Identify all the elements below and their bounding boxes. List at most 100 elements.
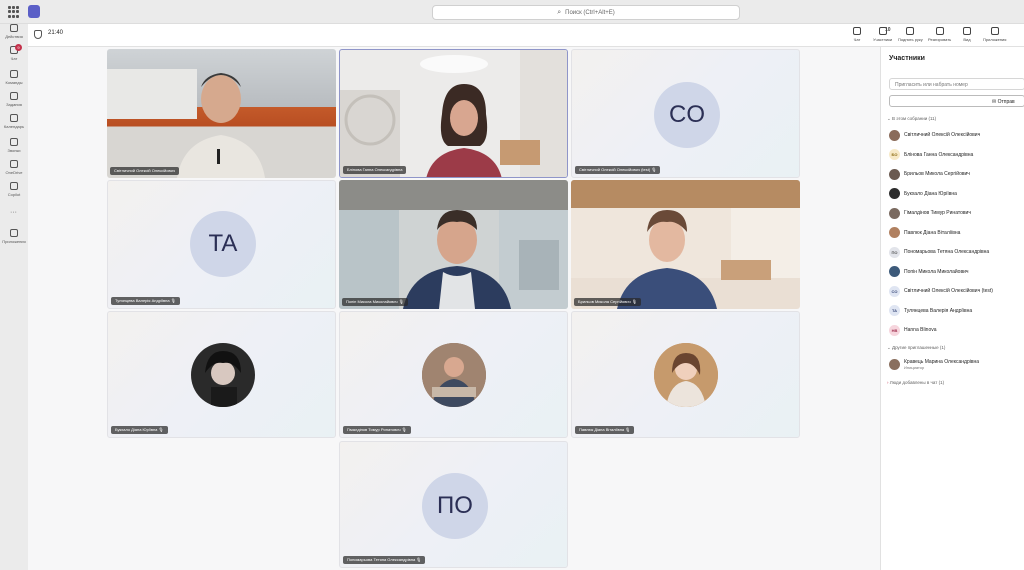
participant-avatar [889, 227, 900, 238]
toolbar-button-label: Поднять руку [898, 37, 923, 42]
panel-title: Участники [889, 55, 925, 62]
nameplate-name: Тулянцева Валерія Андріївна [115, 298, 170, 303]
toolbar-button-label: Вид [963, 37, 971, 42]
mic-off-icon: 🎙 [398, 299, 404, 304]
participant-row[interactable]: HB Hanna Blinova [889, 323, 1024, 337]
participant-avatar [889, 188, 900, 199]
section-others[interactable]: ⌄ Другие приглашенные (1) [887, 345, 945, 351]
avatar-tile[interactable]: Павлюк Діана Віталіївна 🎙 [571, 311, 800, 438]
rail-item[interactable]: 9 Чат [0, 44, 28, 68]
initials-tile[interactable]: CO Світличний Олексій Олексійович (test)… [571, 49, 800, 178]
tile-nameplate: Тулянцева Валерія Андріївна 🎙 [111, 297, 180, 305]
participant-name: Тулянцева Валерія Андріївна [904, 307, 973, 314]
rail-item-label: Задания [6, 102, 22, 107]
invited-text: Кравець Марина Олександрівна Инициатор [904, 359, 979, 370]
invite-input[interactable]: Пригласить или набрать номер [889, 78, 1024, 90]
rail-item[interactable]: Приложения [0, 229, 28, 251]
chevron-down-icon: ⌄ [887, 116, 891, 121]
avatar-tile[interactable]: Гімалдінов Тимур Ринатович 🎙 [339, 311, 568, 438]
rail-item[interactable]: OneDrive [0, 160, 28, 182]
grid-icon [963, 27, 971, 35]
title-bar: ⌕ Поиск (Ctrl+Alt+E) [0, 0, 1024, 24]
mic-off-icon: 🎙 [651, 167, 657, 172]
app-launcher-icon[interactable] [8, 6, 20, 18]
search-icon: ⌕ [557, 8, 562, 16]
chat-icon [853, 27, 861, 35]
avatar-tile[interactable]: Букхало Діана Юріївна 🎙 [107, 311, 336, 438]
toolbar-button[interactable]: Приложения [983, 26, 1006, 46]
video-stage: Світличний Олексій Олексійович Блінова Г… [28, 47, 880, 570]
rail-item[interactable]: ··· [0, 209, 28, 231]
cloud-icon [10, 160, 18, 168]
participant-count: 10 [885, 27, 891, 33]
nameplate-name: Попін Микола Миколайович [346, 299, 398, 304]
search-input[interactable]: ⌕ Поиск (Ctrl+Alt+E) [432, 5, 740, 20]
initials-tile[interactable]: TA Тулянцева Валерія Андріївна 🎙 [107, 180, 336, 309]
participant-name: Світличний Олексій Олексійович [904, 132, 981, 138]
rail-item-label: Звонки [7, 148, 21, 153]
participant-name: Павлюк Діана Віталіївна [904, 229, 961, 236]
participant-row[interactable]: Букхало Діана Юріївна [889, 187, 1024, 201]
nameplate-name: Пономарьова Тетяна Олександрівна [347, 557, 416, 562]
rail-item[interactable]: Календарь [0, 114, 28, 136]
participant-row[interactable]: Попін Микола Миколайович [889, 265, 1024, 279]
initials-tile[interactable]: ПО Пономарьова Тетяна Олександрівна 🎙 [339, 441, 568, 568]
video-tile[interactable]: Брильов Микола Сергійович 🎙 [571, 180, 800, 309]
participant-avatar: БО [889, 149, 900, 160]
participant-row[interactable]: Брильов Микола Сергійович [889, 167, 1024, 181]
invited-row[interactable]: Кравець Марина Олександрівна Инициатор [889, 357, 1024, 371]
rail-item[interactable]: Copilot [0, 182, 28, 204]
toolbar-button[interactable]: Вид [963, 26, 971, 46]
mic-off-icon: 🎙 [625, 427, 631, 432]
toolbar-button[interactable]: 10 Участники [873, 26, 892, 46]
participant-initials: TA [190, 211, 256, 277]
participant-avatar [654, 343, 718, 407]
teams-icon [10, 70, 18, 78]
video-tile[interactable]: Блінова Ганна Олександрівна [339, 49, 568, 178]
participant-video [571, 180, 800, 309]
toolbar-button-label: Чат [853, 37, 861, 42]
mic-off-icon: 🎙 [158, 427, 164, 432]
rail-item-label: Действия [5, 34, 23, 39]
section-in-meeting[interactable]: ⌄ В этом собрании (11) [887, 116, 936, 122]
rail-item[interactable]: Команды [0, 70, 28, 92]
participant-row[interactable]: ПО Пономарьова Тетяна Олександрівна [889, 245, 1024, 259]
chevron-right-icon: › [887, 380, 889, 385]
participant-avatar: TA [889, 305, 900, 316]
toolbar-button[interactable]: Чат [853, 26, 861, 46]
participant-role: Инициатор [904, 364, 925, 370]
apps-icon [10, 229, 18, 237]
app-rail: Действия 9 Чат Команды Задания Календарь Звонк… [0, 24, 28, 570]
nameplate-name: Брильов Микола Сергійович [578, 299, 631, 304]
tile-nameplate: Попін Микола Миколайович 🎙 [342, 298, 408, 306]
rail-item[interactable]: Задания [0, 92, 28, 114]
participant-row[interactable]: Павлюк Діана Віталіївна [889, 226, 1024, 240]
toolbar-button[interactable]: Поднять руку [898, 26, 923, 46]
participant-row[interactable]: Світличний Олексій Олексійович [889, 128, 1024, 142]
toolbar-button-label: Приложения [983, 37, 1007, 42]
video-tile[interactable]: Світличний Олексій Олексійович [107, 49, 336, 178]
send-invite-button[interactable]: ✉ Отправ [889, 95, 1024, 107]
mic-off-icon: 🎙 [170, 298, 176, 303]
tile-nameplate: Букхало Діана Юріївна 🎙 [111, 426, 168, 434]
participant-avatar [889, 358, 900, 370]
section-label: Люди добавлены в чат (1) [889, 380, 945, 385]
toolbar-button[interactable]: Реагировать [928, 26, 951, 46]
rail-item[interactable]: Действия [0, 24, 28, 46]
participant-name: Hanna Blinova [904, 327, 937, 333]
participant-name: Блінова Ганна Олександрівна [904, 151, 974, 158]
participant-row[interactable]: CO Світличний Олексій Олексійович (test) [889, 284, 1024, 298]
rail-item[interactable]: Звонки [0, 138, 28, 160]
section-chat[interactable]: › Люди добавлены в чат (1) [887, 380, 944, 385]
participant-row[interactable]: TA Тулянцева Валерія Андріївна [889, 304, 1024, 318]
notification-badge: 9 [15, 44, 22, 51]
emoji-icon [935, 27, 944, 35]
video-tile[interactable]: Попін Микола Миколайович 🎙 [339, 180, 568, 309]
participant-name: Букхало Діана Юріївна [904, 190, 957, 197]
participant-row[interactable]: БО Блінова Ганна Олександрівна [889, 148, 1024, 162]
rail-item-label: Календарь [3, 124, 25, 129]
participant-row[interactable]: Гімалдінов Тимур Ринатович [889, 206, 1024, 220]
send-icon: ✉ [992, 99, 997, 105]
participant-name: Попін Микола Миколайович [904, 268, 969, 275]
more-icon: ··· [10, 209, 17, 216]
